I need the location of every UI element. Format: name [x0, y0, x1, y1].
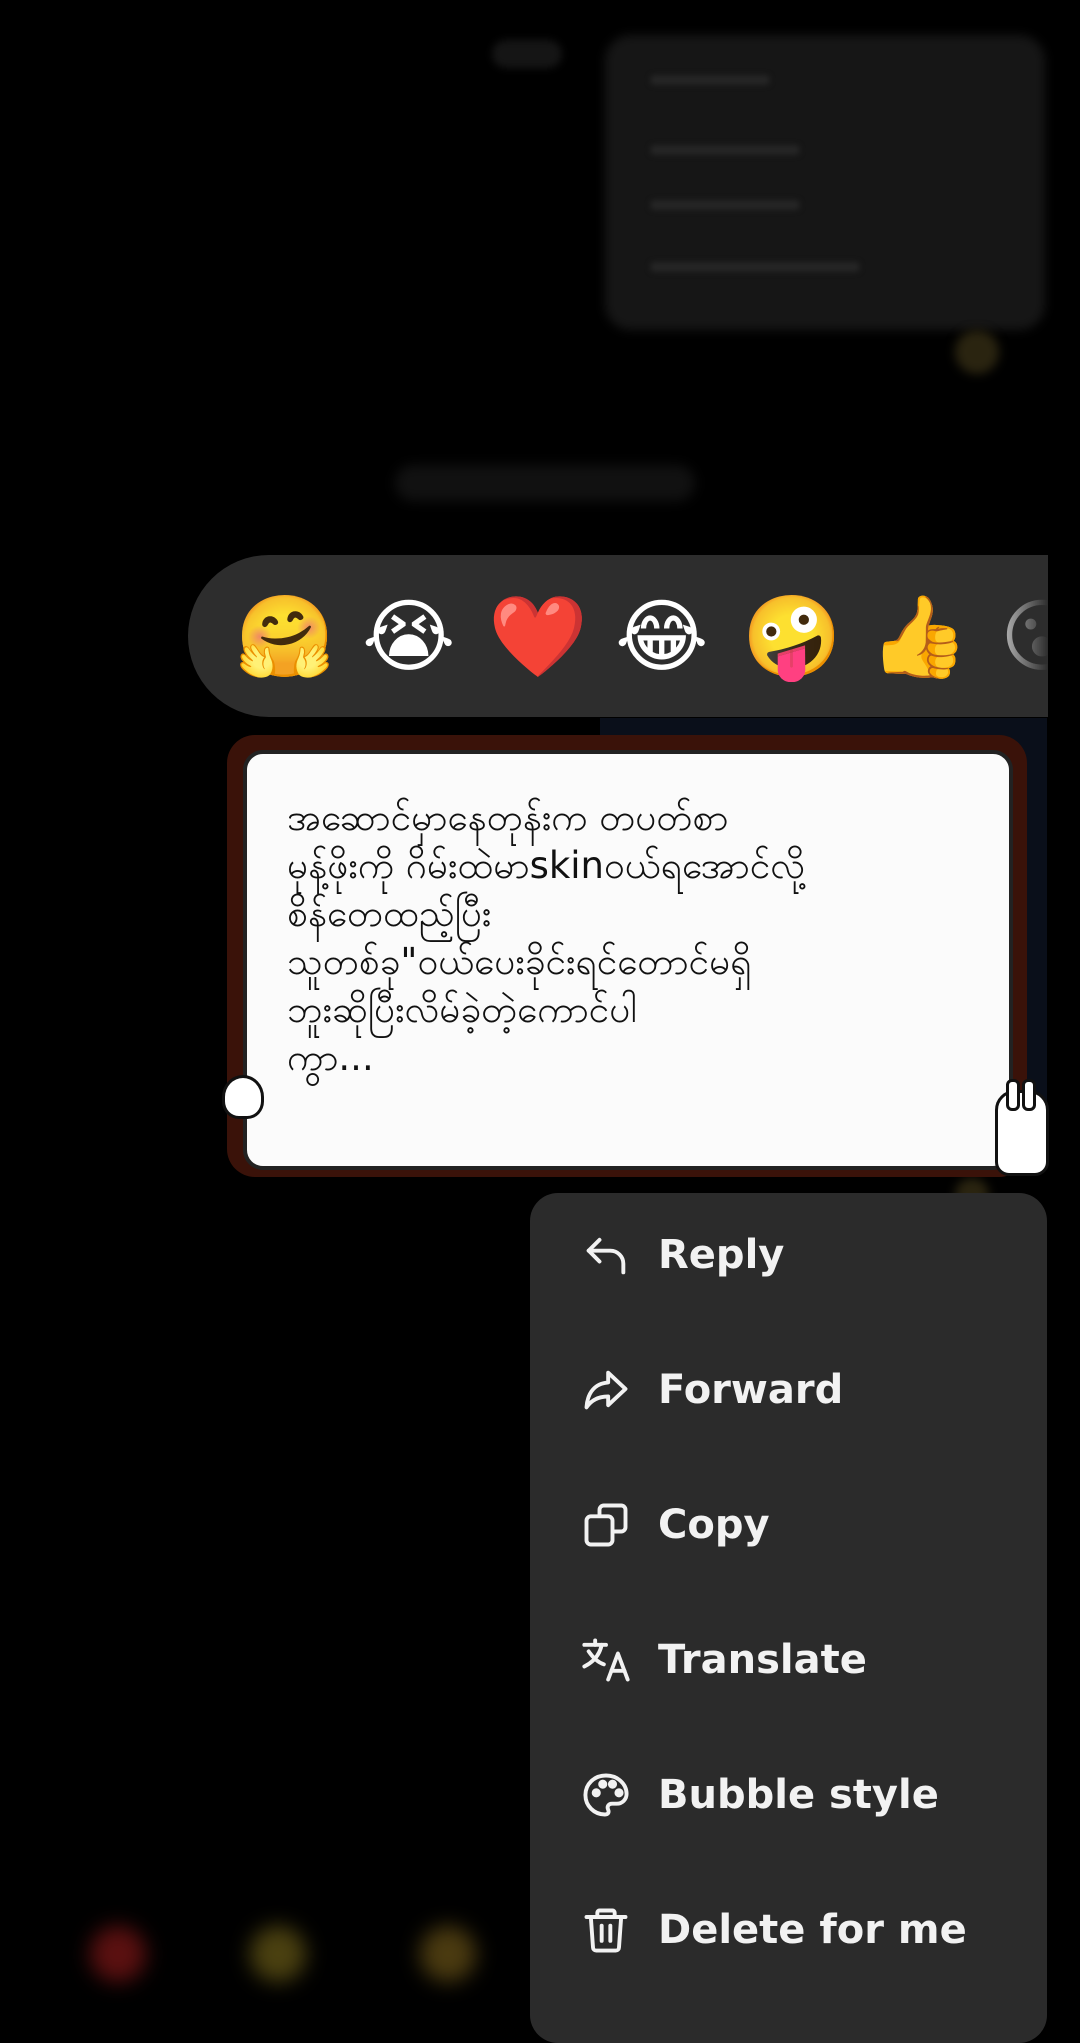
menu-label-copy: Copy — [658, 1502, 770, 1548]
menu-item-delete-for-me[interactable]: Delete for me — [530, 1868, 1047, 1988]
menu-item-reply[interactable]: Reply — [530, 1193, 1047, 1313]
menu-item-forward[interactable]: Forward — [530, 1328, 1047, 1448]
hug-emoji-reaction[interactable]: 🤗 — [235, 591, 335, 683]
blurred-reaction-badge — [955, 330, 999, 374]
menu-label-bubble-style: Bubble style — [658, 1772, 939, 1818]
copy-icon — [580, 1499, 632, 1551]
forward-icon — [580, 1364, 632, 1416]
message-text: အဆောင်မှာနေတုန်းက တပတ်စာ မုန့်ဖိုးကို ဂိ… — [287, 796, 805, 1079]
reply-icon — [580, 1229, 632, 1281]
palette-icon — [580, 1769, 632, 1821]
selected-message-bubble[interactable]: အဆောင်မှာနေတုန်းက တပတ်စာ မုန့်ဖိုးကို ဂိ… — [243, 750, 1013, 1170]
reaction-bar: 🤗 😭 ❤️ 😂 🤪 👍 😮 — [188, 555, 1048, 717]
translate-icon — [580, 1634, 632, 1686]
menu-label-reply: Reply — [658, 1232, 785, 1278]
menu-label-translate: Translate — [658, 1637, 867, 1683]
zany-emoji-reaction[interactable]: 🤪 — [742, 591, 842, 683]
bubble-decoration-hand-icon — [995, 1079, 1049, 1176]
blurred-date-divider — [395, 465, 695, 501]
crying-emoji-reaction[interactable]: 😭 — [362, 591, 455, 683]
blurred-timestamp — [492, 40, 562, 68]
message-context-menu: Reply Forward Copy Translate Bubble styl… — [530, 1193, 1047, 2043]
heart-emoji-reaction[interactable]: ❤️ — [488, 591, 588, 683]
laughing-emoji-reaction[interactable]: 😂 — [615, 591, 708, 683]
trash-icon — [580, 1904, 632, 1956]
menu-label-delete-for-me: Delete for me — [658, 1907, 967, 1953]
menu-item-copy[interactable]: Copy — [530, 1463, 1047, 1583]
menu-item-translate[interactable]: Translate — [530, 1598, 1047, 1718]
more-emoji-reaction[interactable]: 😮 — [996, 591, 1048, 683]
menu-item-bubble-style[interactable]: Bubble style — [530, 1733, 1047, 1853]
thumbs-up-emoji-reaction[interactable]: 👍 — [869, 591, 969, 683]
menu-label-forward: Forward — [658, 1367, 844, 1413]
bubble-decoration-left-icon — [222, 1075, 264, 1119]
